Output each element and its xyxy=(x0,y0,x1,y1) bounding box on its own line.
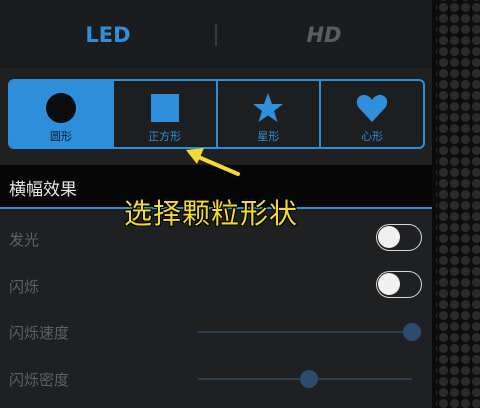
glow-toggle[interactable] xyxy=(376,224,422,251)
blink-density-label: 闪烁密度 xyxy=(9,371,70,389)
slider-fill xyxy=(198,331,412,333)
slider-fill xyxy=(198,378,310,380)
tab-led[interactable]: LED xyxy=(0,18,216,52)
blink-label: 闪烁 xyxy=(9,278,40,296)
annotation-caption: 选择颗粒形状 xyxy=(124,197,299,230)
square-icon xyxy=(150,94,179,122)
shape-option-circle[interactable]: 圆形 xyxy=(10,81,114,147)
shape-option-heart[interactable]: 心形 xyxy=(321,81,423,147)
shape-option-square[interactable]: 正方形 xyxy=(114,81,218,147)
slider-thumb[interactable] xyxy=(403,323,421,341)
star-icon xyxy=(253,93,284,122)
shape-option-star[interactable]: 星形 xyxy=(218,81,322,147)
led-dot-preview xyxy=(436,0,480,408)
blink-speed-slider[interactable] xyxy=(198,323,421,341)
circle-icon xyxy=(45,93,76,123)
section-title: 横幅效果 xyxy=(9,180,77,200)
blink-toggle[interactable] xyxy=(376,271,422,298)
annotation-arrow-icon xyxy=(186,148,240,176)
slider-thumb[interactable] xyxy=(300,370,319,388)
shape-option-label: 圆形 xyxy=(49,130,72,143)
mode-tab-bar: LED HD xyxy=(0,0,432,68)
toggle-knob xyxy=(378,226,400,248)
tab-hd[interactable]: HD xyxy=(216,18,432,52)
heart-icon xyxy=(356,94,388,122)
particle-shape-picker: 圆形 正方形 星形 心形 xyxy=(8,79,425,149)
blink-density-slider[interactable] xyxy=(198,370,412,388)
glow-label: 发光 xyxy=(9,231,40,249)
shape-option-label: 心形 xyxy=(361,130,384,143)
blink-speed-label: 闪烁速度 xyxy=(9,324,70,342)
toggle-knob xyxy=(378,273,400,295)
